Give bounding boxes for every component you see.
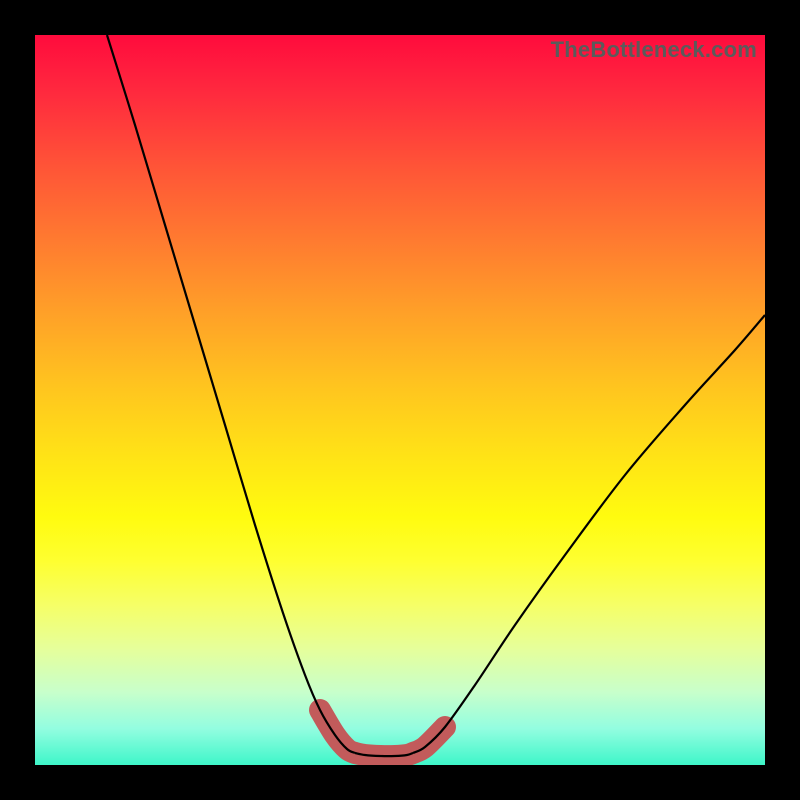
chart-plot-area: TheBottleneck.com — [35, 35, 765, 765]
curve-left-branch — [107, 35, 355, 753]
curve-right-branch — [413, 315, 765, 753]
chart-svg — [35, 35, 765, 765]
chart-frame: TheBottleneck.com — [0, 0, 800, 800]
